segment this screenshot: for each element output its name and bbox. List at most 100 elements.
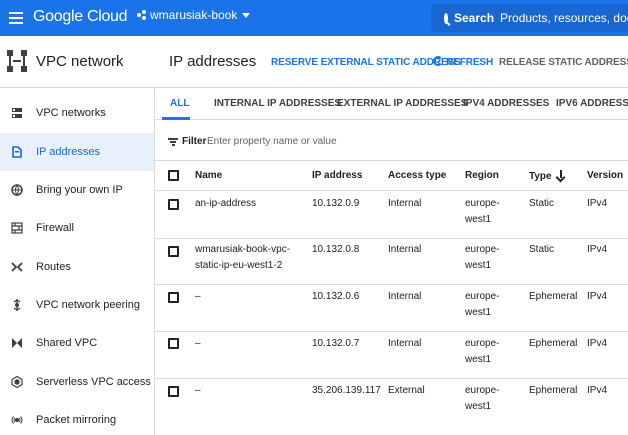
project-icon (137, 10, 147, 20)
cell-type: Static (529, 244, 555, 255)
table-header: Name IP address Access type Region Type … (155, 161, 628, 191)
sidebar-item-routes[interactable]: Routes (0, 248, 154, 286)
select-all-checkbox[interactable] (168, 170, 179, 181)
vpc-networks-icon (12, 108, 22, 118)
sidebar-item-label: VPC networks (36, 107, 106, 119)
search-icon (444, 12, 448, 24)
arrow-down-icon (557, 170, 566, 180)
sidebar-item-ip-addresses[interactable]: IP addresses (0, 133, 154, 171)
search-input[interactable]: Products, resources, docs (/) (500, 11, 628, 25)
table-row: – 10.132.0.7 Internal europe- west1 Ephe… (155, 332, 628, 379)
cell-type: Static (529, 198, 555, 209)
cell-region: europe- west1 (465, 291, 500, 318)
sidebar-item-label: Serverless VPC access (36, 376, 151, 388)
column-header-type-label: Type (529, 171, 552, 182)
routes-icon (11, 262, 23, 272)
tab-ipv4-addresses[interactable]: IPV4 ADDRESSES (463, 98, 549, 109)
cell-access-type: External (388, 385, 425, 396)
column-header-ip-address[interactable]: IP address (312, 170, 362, 181)
project-selector[interactable]: wmarusiak-book (137, 8, 251, 22)
sidebar-item-bring-your-own-ip[interactable]: Bring your own IP (0, 171, 154, 209)
sidebar-item-serverless-vpc-access[interactable]: Serverless VPC access (0, 363, 154, 401)
column-header-version[interactable]: Version (587, 170, 623, 181)
row-checkbox[interactable] (168, 292, 179, 303)
cell-access-type: Internal (388, 291, 422, 302)
filter-input[interactable]: Enter property name or value (207, 136, 337, 147)
search-label: Search (454, 11, 495, 25)
tab-ipv6-addresses[interactable]: IPV6 ADDRESSES (556, 98, 628, 109)
tab-external-ip-addresses[interactable]: EXTERNAL IP ADDRESSES (337, 98, 467, 109)
column-header-access-type[interactable]: Access type (388, 170, 446, 181)
cell-version: IPv4 (587, 198, 608, 209)
cell-ip-address: 35.206.139.117 (312, 385, 381, 396)
table-row: an-ip-address 10.132.0.9 Internal europe… (155, 191, 628, 239)
sidebar-item-label: IP addresses (36, 146, 101, 158)
cell-version: IPv4 (587, 244, 608, 255)
table-row: – 10.132.0.6 Internal europe- west1 Ephe… (155, 285, 628, 332)
sidebar-header: VPC network (0, 36, 155, 88)
vpc-network-icon (7, 50, 27, 72)
filter-icon (168, 138, 178, 146)
cell-region: europe- west1 (465, 244, 500, 271)
sidebar-item-label: Routes (36, 261, 71, 273)
release-static-address-button[interactable]: RELEASE STATIC ADDRESS (499, 57, 628, 68)
cell-type: Ephemeral (529, 338, 578, 349)
chevron-down-icon (242, 12, 251, 18)
sidebar: VPC networks IP addresses Bring your own… (0, 88, 155, 435)
menu-icon[interactable] (9, 9, 23, 27)
shared-vpc-icon (12, 338, 22, 348)
cell-type: Ephemeral (529, 385, 578, 396)
sidebar-item-vpc-networks[interactable]: VPC networks (0, 94, 154, 132)
tab-bar: ALL INTERNAL IP ADDRESSES EXTERNAL IP AD… (155, 88, 628, 120)
refresh-label: REFRESH (446, 57, 494, 68)
column-header-type[interactable]: Type (529, 170, 566, 182)
tab-internal-ip-addresses[interactable]: INTERNAL IP ADDRESSES (214, 98, 341, 109)
top-bar: Google Cloud wmarusiak-book Search Produ… (0, 0, 628, 36)
cell-ip-address: 10.132.0.7 (312, 338, 360, 349)
row-checkbox[interactable] (168, 199, 179, 210)
sidebar-item-vpc-network-peering[interactable]: VPC network peering (0, 286, 154, 324)
column-header-region[interactable]: Region (465, 170, 499, 181)
sidebar-item-shared-vpc[interactable]: Shared VPC (0, 324, 154, 362)
globe-icon (11, 184, 23, 196)
refresh-button[interactable]: REFRESH (433, 56, 494, 68)
sidebar-item-label: VPC network peering (36, 299, 140, 311)
cell-version: IPv4 (587, 385, 608, 396)
cell-name: – (195, 385, 201, 396)
row-checkbox[interactable] (168, 386, 179, 397)
search-bar[interactable]: Search Products, resources, docs (/) (431, 4, 628, 32)
table-row: wmarusiak-book-vpc- static-ip-eu-west1-2… (155, 239, 628, 285)
sidebar-item-packet-mirroring[interactable]: Packet mirroring (0, 401, 154, 435)
filter-label: Filter (182, 136, 207, 147)
cell-region: europe- west1 (465, 385, 500, 412)
sidebar-item-label: Bring your own IP (36, 184, 123, 196)
cell-type: Ephemeral (529, 291, 578, 302)
table-row: – 35.206.139.117 External europe- west1 … (155, 379, 628, 427)
cell-access-type: Internal (388, 338, 422, 349)
peering-icon (13, 299, 21, 311)
cell-version: IPv4 (587, 291, 608, 302)
cell-access-type: Internal (388, 244, 422, 255)
cell-ip-address: 10.132.0.6 (312, 291, 360, 302)
cell-region: europe- west1 (465, 338, 500, 365)
cell-version: IPv4 (587, 338, 608, 349)
sidebar-item-label: Firewall (36, 222, 74, 234)
sidebar-item-firewall[interactable]: Firewall (0, 209, 154, 247)
ip-addresses-icon (12, 146, 22, 158)
sidebar-item-label: Shared VPC (36, 337, 98, 349)
firewall-icon (11, 222, 23, 234)
cell-ip-address: 10.132.0.8 (312, 244, 360, 255)
sidebar-item-label: Packet mirroring (36, 414, 117, 426)
cell-name: – (195, 291, 201, 302)
column-header-name[interactable]: Name (195, 170, 222, 181)
cell-ip-address: 10.132.0.9 (312, 198, 360, 209)
page-header: IP addresses RESERVE EXTERNAL STATIC ADD… (155, 36, 628, 88)
page-title: IP addresses (169, 53, 257, 70)
serverless-icon (11, 376, 23, 388)
filter-bar: Filter Enter property name or value (155, 120, 628, 161)
row-checkbox[interactable] (168, 246, 179, 257)
tab-all[interactable]: ALL (170, 98, 189, 109)
cell-name: an-ip-address (195, 198, 257, 209)
row-checkbox[interactable] (168, 338, 179, 349)
brand-logo[interactable]: Google Cloud (33, 8, 128, 26)
